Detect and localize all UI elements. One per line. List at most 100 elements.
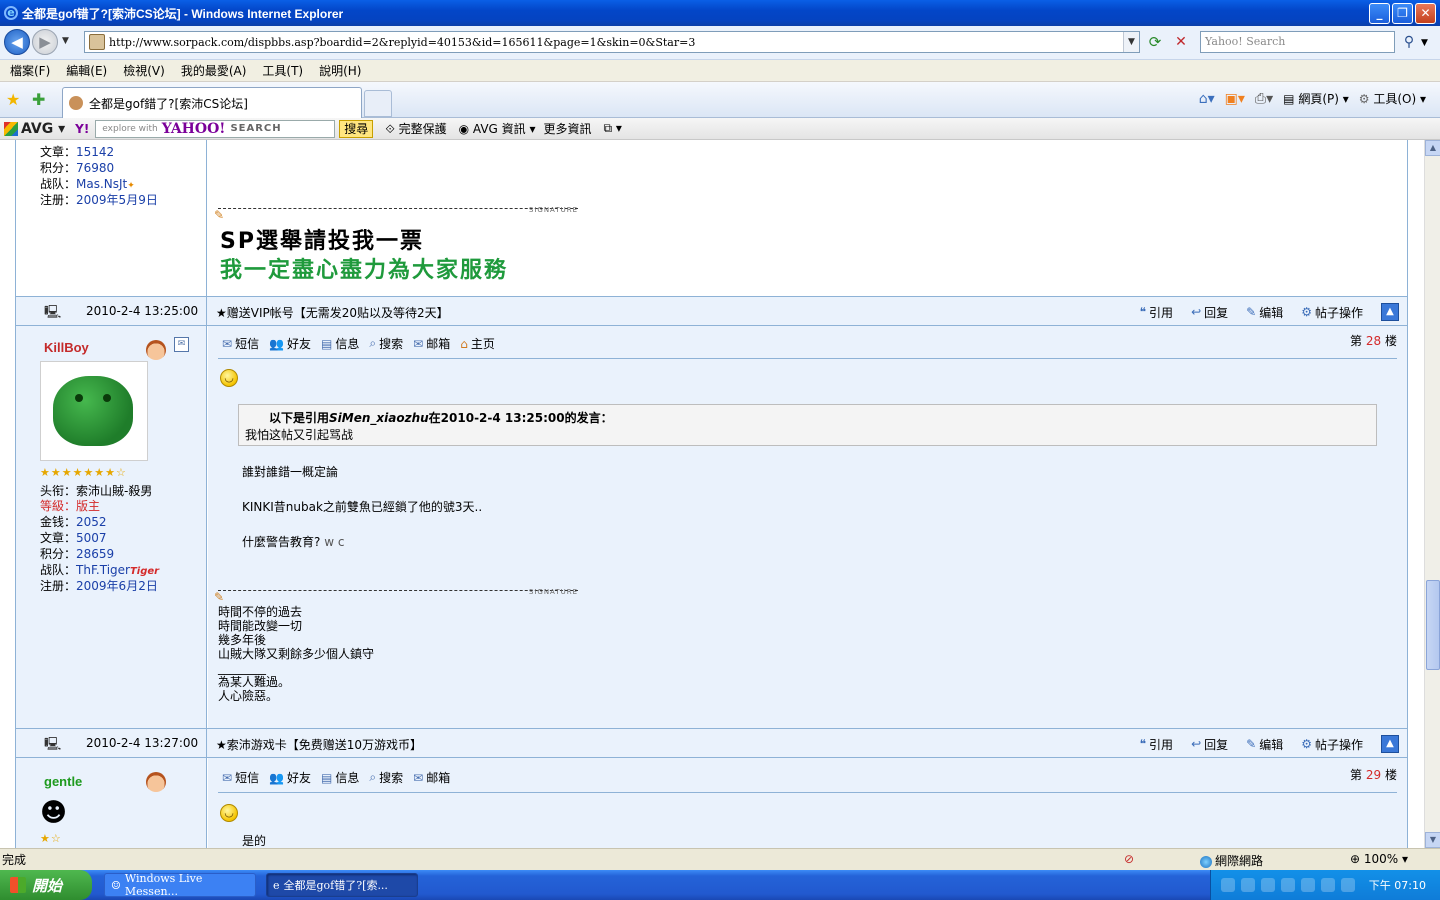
- post-28: KillBoy ✉ ★★★★★★★☆ 头衔：索沛山賊-殺男 等級：版主 金钱：2…: [16, 326, 1407, 728]
- post-ops-label: 帖子操作: [1314, 305, 1363, 320]
- back-button[interactable]: ◀: [4, 29, 30, 55]
- post-ops-button[interactable]: ⚙ 帖子操作: [1301, 304, 1363, 321]
- tab-current[interactable]: 全都是gof錯了?[索沛CS论坛]: [62, 87, 362, 118]
- menu-favorites[interactable]: 我的最愛(A): [181, 62, 247, 79]
- taskbar-messenger[interactable]: ☺ Windows Live Messen...: [104, 872, 256, 898]
- more-info-button[interactable]: 更多資訊: [544, 120, 592, 137]
- menu-tools[interactable]: 工具(T): [262, 62, 303, 79]
- post-text: 什麼警告教育?: [242, 535, 321, 549]
- search-button[interactable]: ⌕ 搜索: [369, 769, 403, 786]
- gear-icon: ⚙: [1358, 92, 1374, 106]
- info-button[interactable]: ▤ 信息: [321, 769, 359, 786]
- home-icon[interactable]: ⌂▾: [1199, 91, 1215, 107]
- reply-button[interactable]: ↩ 回复: [1191, 736, 1228, 753]
- page-favicon-icon: [89, 34, 105, 50]
- friends-icon: 👥: [269, 336, 285, 351]
- post-ad-title[interactable]: ★赠送VIP帐号【无需发20贴以及等待2天】: [216, 304, 449, 321]
- history-dropdown-icon[interactable]: ▼: [62, 36, 69, 46]
- signature-divider: SIGNATURE: [218, 206, 578, 214]
- clock[interactable]: 下午 07:10: [1369, 877, 1426, 893]
- post-ops-button[interactable]: ⚙ 帖子操作: [1301, 736, 1363, 753]
- scroll-down-icon[interactable]: ▼: [1425, 832, 1440, 848]
- address-bar[interactable]: http://www.sorpack.com/dispbbs.asp?board…: [84, 31, 1140, 53]
- back-arrow-icon[interactable]: [1280, 878, 1295, 892]
- floor-value: 28: [1365, 334, 1382, 348]
- yahoo-search-button[interactable]: 搜尋: [339, 119, 374, 138]
- meta-value[interactable]: Mas.NsJt: [76, 177, 127, 191]
- user-meta: 文章：5007: [40, 530, 107, 546]
- page-menu[interactable]: ▤ 網頁(P) ▾: [1283, 90, 1349, 107]
- menu-help[interactable]: 說明(H): [319, 62, 361, 79]
- edit-button[interactable]: ✎ 编辑: [1246, 304, 1283, 321]
- feeds-icon[interactable]: ▣▾: [1225, 91, 1245, 107]
- refresh-icon[interactable]: ⟳: [1145, 31, 1165, 53]
- friend-button[interactable]: 👥 好友: [269, 769, 311, 786]
- quote-button[interactable]: ❝ 引用: [1140, 736, 1173, 753]
- yahoo-icon[interactable]: Y!: [75, 122, 89, 136]
- username[interactable]: KillBoy: [44, 340, 89, 355]
- search-options-icon[interactable]: ▼: [1421, 38, 1428, 48]
- email-button[interactable]: ✉ 邮箱: [413, 335, 450, 352]
- search-button[interactable]: ⌕ 搜索: [369, 335, 403, 352]
- post-ad-title[interactable]: ★索沛游戏卡【免费赠送10万游戏币】: [216, 736, 422, 753]
- search-input[interactable]: Yahoo! Search: [1200, 31, 1395, 53]
- address-url[interactable]: http://www.sorpack.com/dispbbs.asp?board…: [109, 36, 1123, 49]
- scroll-up-icon[interactable]: ▲: [1425, 140, 1440, 156]
- menu-edit[interactable]: 編輯(E): [66, 62, 107, 79]
- sms-icon: ✉: [222, 336, 233, 351]
- meta-value: 2009年5月9日: [76, 193, 158, 207]
- user-rank-stars: ★★★★★★★☆: [40, 466, 127, 479]
- menu-file[interactable]: 檔案(F): [10, 62, 50, 79]
- meta-value[interactable]: ThF.Tiger: [76, 563, 130, 577]
- user-meta: 金钱：2052: [40, 514, 107, 530]
- quote-button[interactable]: ❝ 引用: [1140, 304, 1173, 321]
- ie-logo-icon: e: [4, 6, 18, 20]
- post-29-userinfo: gentle ☻ ★☆: [16, 758, 207, 848]
- print-icon[interactable]: ⎙▾: [1255, 91, 1273, 107]
- to-top-icon[interactable]: ▲: [1381, 303, 1399, 321]
- avg-tray-icon[interactable]: [1340, 878, 1355, 892]
- vertical-scrollbar[interactable]: ▲ ▼: [1424, 140, 1440, 848]
- friend-button[interactable]: 👥 好友: [269, 335, 311, 352]
- avg-info-button[interactable]: ◉ AVG 資訊 ▾: [459, 120, 536, 137]
- keyboard-icon[interactable]: [1220, 878, 1235, 892]
- shield-icon[interactable]: [1300, 878, 1315, 892]
- address-dropdown-icon[interactable]: ▼: [1123, 32, 1139, 52]
- avg-logo[interactable]: AVG ▾: [4, 121, 65, 137]
- email-button[interactable]: ✉ 邮箱: [413, 769, 450, 786]
- message-user-icon[interactable]: ✉: [174, 337, 189, 352]
- info-button[interactable]: ▤ 信息: [321, 335, 359, 352]
- taskbar-ie-window[interactable]: e 全都是gof错了?[索...: [266, 873, 418, 897]
- search-icon[interactable]: ⚲: [1398, 31, 1420, 53]
- add-favorites-icon[interactable]: ✚: [32, 90, 45, 109]
- favorites-center-icon[interactable]: ★: [6, 90, 20, 109]
- scroll-thumb[interactable]: [1426, 580, 1440, 670]
- tools-menu[interactable]: ⚙ 工具(O) ▾: [1359, 90, 1426, 107]
- edit-button[interactable]: ✎ 编辑: [1246, 736, 1283, 753]
- homepage-button[interactable]: ⌂ 主页: [460, 335, 495, 352]
- to-top-icon[interactable]: ▲: [1381, 735, 1399, 753]
- volume-icon[interactable]: [1320, 878, 1335, 892]
- yahoo-search-input[interactable]: explore with YAHOO! SEARCH: [95, 119, 336, 138]
- stop-icon[interactable]: ✕: [1171, 31, 1191, 53]
- avg-tools-icon[interactable]: ⧉ ▾: [604, 121, 622, 136]
- network-icon[interactable]: [1260, 878, 1275, 892]
- yahoo-brand: YAHOO!: [161, 120, 226, 137]
- floor-number: 第 28 楼: [1350, 332, 1397, 349]
- avg-protect-button[interactable]: ⟐ 完整保護: [385, 120, 446, 137]
- forward-button[interactable]: ▶: [32, 29, 58, 55]
- sms-button[interactable]: ✉ 短信: [222, 769, 259, 786]
- sms-button[interactable]: ✉ 短信: [222, 335, 259, 352]
- zoom-level[interactable]: ⊕ 100% ▾: [1350, 852, 1408, 866]
- signature-divider: SIGNATURE: [218, 588, 578, 596]
- help-icon[interactable]: [1240, 878, 1255, 892]
- start-button[interactable]: 開始: [0, 870, 92, 900]
- post-text-line: KINKI昔nubak之前雙魚已經鎖了他的號3天..: [242, 500, 483, 514]
- minimize-button[interactable]: _: [1369, 3, 1390, 24]
- menu-view[interactable]: 檢視(V): [123, 62, 165, 79]
- reply-button[interactable]: ↩ 回复: [1191, 304, 1228, 321]
- close-button[interactable]: ✕: [1415, 3, 1436, 24]
- new-tab-button[interactable]: [364, 90, 392, 117]
- maximize-button[interactable]: ❐: [1392, 3, 1413, 24]
- username[interactable]: gentle: [44, 774, 82, 789]
